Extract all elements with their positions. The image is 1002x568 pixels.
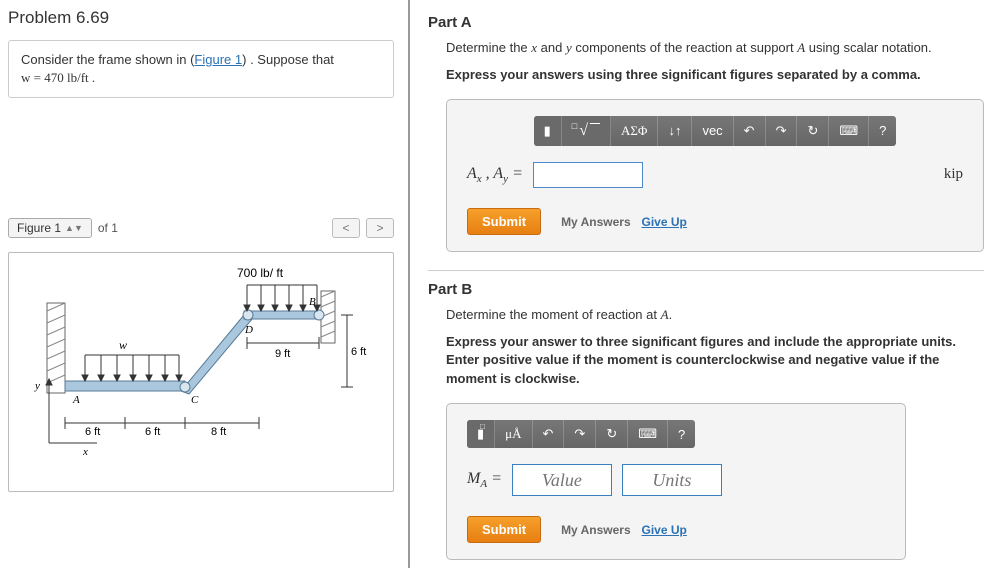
- svg-text:8 ft: 8 ft: [211, 426, 226, 438]
- part-a-title: Part A: [428, 14, 984, 31]
- svg-text:x: x: [82, 446, 88, 458]
- svg-text:A: A: [72, 394, 80, 406]
- part-a-input[interactable]: [533, 162, 643, 188]
- units-icon[interactable]: μÅ: [495, 420, 532, 448]
- part-b-units-input[interactable]: [622, 464, 722, 496]
- intro-box: Consider the frame shown in (Figure 1) .…: [8, 40, 394, 98]
- part-a-submit-button[interactable]: Submit: [467, 208, 541, 235]
- part-b-answer-box: ▮□ μÅ ↶ ↷ ↻ ⌨ ? MA = Submit My Answers: [446, 403, 906, 560]
- undo-icon[interactable]: ↶: [734, 116, 766, 146]
- part-a-my-answers[interactable]: My Answers: [561, 215, 631, 229]
- svg-text:C: C: [191, 394, 199, 406]
- template-icon[interactable]: ▮: [534, 116, 562, 146]
- dropdown-icon: ▲▼: [65, 223, 83, 233]
- figure-prev-button[interactable]: <: [332, 218, 360, 238]
- figure-next-button[interactable]: >: [366, 218, 394, 238]
- keyboard-icon[interactable]: ⌨: [829, 116, 869, 146]
- part-b-title: Part B: [428, 281, 984, 298]
- part-a-giveup-link[interactable]: Give Up: [642, 215, 687, 229]
- part-b-submit-button[interactable]: Submit: [467, 516, 541, 543]
- help-icon[interactable]: ?: [668, 420, 695, 448]
- vector-icon[interactable]: vec: [692, 116, 733, 146]
- svg-text:700 lb/ ft: 700 lb/ ft: [237, 266, 284, 280]
- part-a-toolbar: ▮ □√ ΑΣΦ ↓↑ vec ↶ ↷ ↻ ⌨ ?: [534, 116, 897, 146]
- part-b-my-answers[interactable]: My Answers: [561, 523, 631, 537]
- part-a-desc: Determine the x and y components of the …: [446, 39, 984, 58]
- svg-text:6 ft: 6 ft: [145, 426, 160, 438]
- redo-icon[interactable]: ↷: [564, 420, 596, 448]
- svg-text:D: D: [244, 324, 253, 336]
- figure-of-text: of 1: [98, 221, 118, 235]
- figure-select[interactable]: Figure 1 ▲▼: [8, 218, 92, 238]
- figure-bar: Figure 1 ▲▼ of 1 < >: [8, 218, 394, 238]
- w-equation: w = 470 lb/ft .: [21, 70, 95, 85]
- part-b-value-input[interactable]: [512, 464, 612, 496]
- svg-text:B: B: [309, 296, 316, 308]
- undo-icon[interactable]: ↶: [533, 420, 565, 448]
- intro-suffix: ) . Suppose that: [242, 52, 334, 67]
- figure-link[interactable]: Figure 1: [194, 52, 242, 67]
- figure-panel: 700 lb/ ft w A C D B y x 6 ft 6 ft 8 ft …: [8, 252, 394, 492]
- help-icon[interactable]: ?: [869, 116, 896, 146]
- part-b-toolbar: ▮□ μÅ ↶ ↷ ↻ ⌨ ?: [467, 420, 695, 448]
- template-icon[interactable]: ▮□: [467, 420, 495, 448]
- radical-icon[interactable]: □√: [562, 116, 611, 146]
- svg-text:6 ft: 6 ft: [351, 346, 366, 358]
- svg-text:6 ft: 6 ft: [85, 426, 100, 438]
- part-a-answer-box: ▮ □√ ΑΣΦ ↓↑ vec ↶ ↷ ↻ ⌨ ? Ax , Ay = kip: [446, 99, 984, 252]
- intro-prefix: Consider the frame shown in (: [21, 52, 194, 67]
- part-b-hint: Express your answer to three significant…: [446, 333, 984, 390]
- part-a-eq-label: Ax , Ay =: [467, 165, 523, 185]
- svg-text:y: y: [34, 380, 40, 392]
- greek-icon[interactable]: ΑΣΦ: [611, 116, 658, 146]
- figure-select-label: Figure 1: [17, 221, 61, 235]
- reset-icon[interactable]: ↻: [596, 420, 628, 448]
- keyboard-icon[interactable]: ⌨: [628, 420, 668, 448]
- part-b-desc: Determine the moment of reaction at A.: [446, 306, 984, 325]
- reset-icon[interactable]: ↻: [797, 116, 829, 146]
- problem-title: Problem 6.69: [8, 8, 394, 28]
- subscript-icon[interactable]: ↓↑: [658, 116, 692, 146]
- frame-diagram: 700 lb/ ft w A C D B y x 6 ft 6 ft 8 ft …: [29, 263, 369, 473]
- part-b-giveup-link[interactable]: Give Up: [642, 523, 687, 537]
- part-a-unit: kip: [944, 166, 963, 183]
- redo-icon[interactable]: ↷: [766, 116, 798, 146]
- divider: [428, 270, 984, 271]
- svg-text:w: w: [119, 338, 127, 352]
- part-b-eq-label: MA =: [467, 470, 502, 490]
- svg-text:9 ft: 9 ft: [275, 348, 290, 360]
- part-a-hint: Express your answers using three signifi…: [446, 66, 984, 85]
